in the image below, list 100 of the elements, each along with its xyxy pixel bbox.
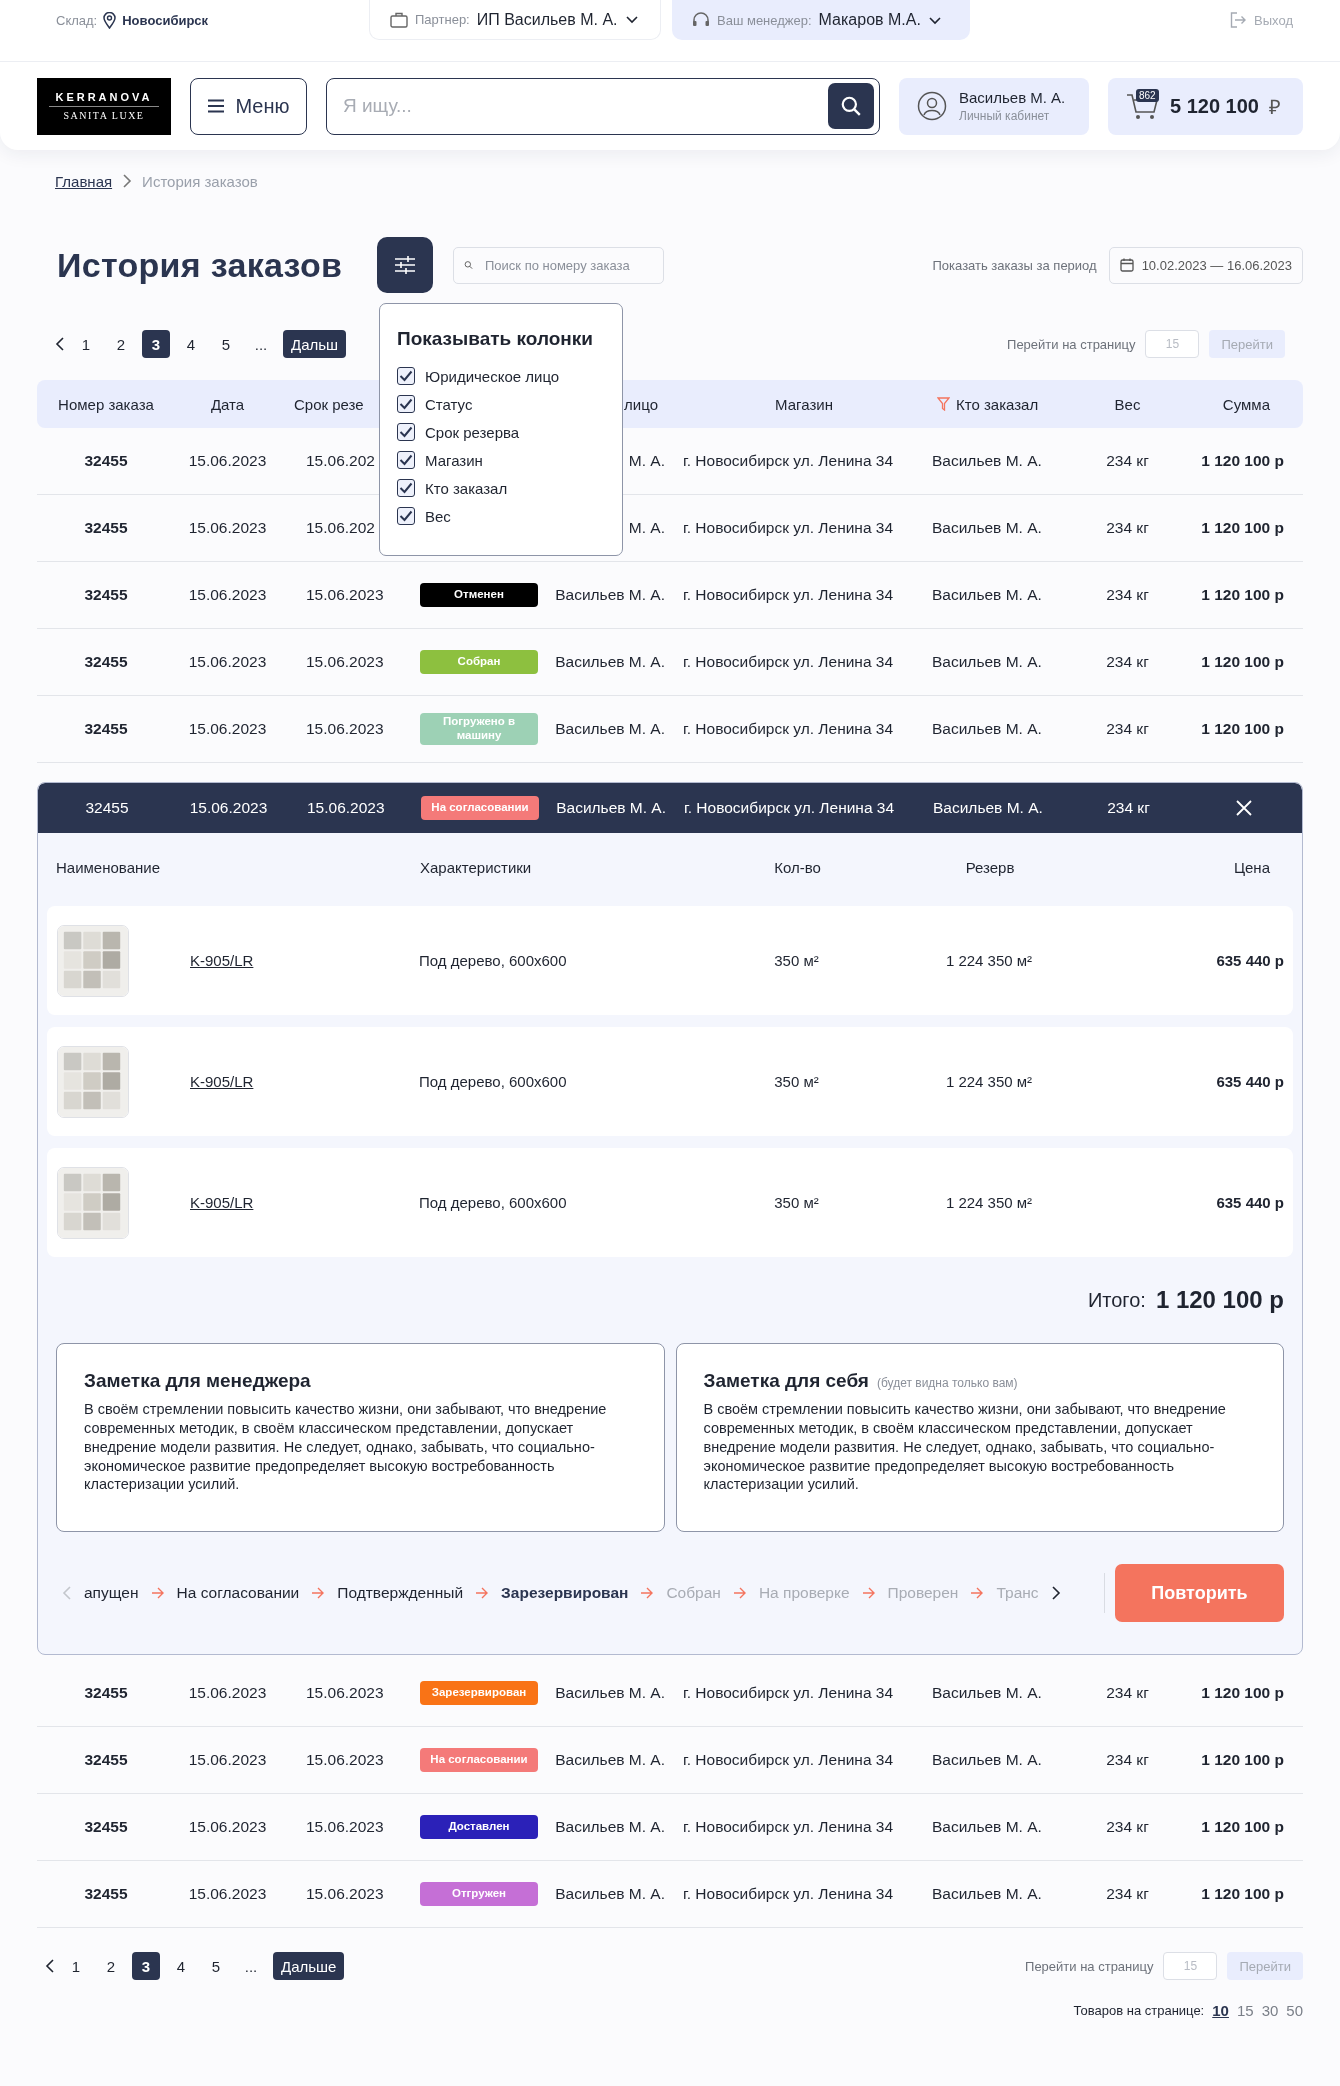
legal-entity: Васильев М. А. <box>555 1885 665 1903</box>
ordered-by: Васильев М. А. <box>931 452 1043 470</box>
per-page-label: Товаров на странице: <box>1073 2003 1205 2018</box>
page-number-field[interactable]: 15 <box>1145 330 1200 358</box>
page-button[interactable]: 2 <box>107 330 135 358</box>
order-search-field[interactable]: Поиск по номеру заказа <box>453 246 664 284</box>
column-header[interactable]: Дата <box>175 395 280 413</box>
option-label: Вес <box>425 507 451 525</box>
note-hint: (будет видна только вам) <box>876 1376 1018 1390</box>
page-button[interactable]: 1 <box>62 1952 90 1980</box>
legal-entity: Васильев М. А. <box>555 1818 665 1836</box>
product-link[interactable]: K-905/LR <box>190 952 254 969</box>
partner-dropdown[interactable]: Партнер: ИП Васильев М. А. <box>369 0 661 40</box>
status-badge: На согласовании <box>421 796 539 820</box>
warehouse-city[interactable]: Новосибирск <box>122 12 209 28</box>
menu-button[interactable]: Меню <box>190 77 307 135</box>
order-weight: 234 кг <box>1105 586 1150 604</box>
close-icon[interactable] <box>1234 798 1254 818</box>
menu-icon <box>207 99 226 113</box>
checkbox[interactable] <box>397 367 415 385</box>
column-header[interactable]: Кто заказал <box>956 395 1039 413</box>
period-label: Показать заказы за период <box>932 257 1097 273</box>
search-input[interactable]: Я ищу... <box>341 94 828 118</box>
ordered-by: Васильев М. А. <box>931 1818 1043 1836</box>
checkbox[interactable] <box>397 423 415 441</box>
page-button[interactable]: 4 <box>177 330 205 358</box>
page-button[interactable]: 3 <box>142 330 170 358</box>
page-button[interactable]: ... <box>247 330 275 358</box>
order-sum: 1 120 100 р <box>1200 452 1285 470</box>
status-step: Собран <box>666 1584 721 1602</box>
legal-entity: Васильев М. А. <box>555 586 665 604</box>
order-search-input[interactable]: Поиск по номеру заказа <box>483 256 653 274</box>
page-button[interactable]: ... <box>237 1952 265 1980</box>
chevron-right-icon[interactable] <box>1050 1585 1061 1601</box>
arrow-right-icon <box>861 1587 876 1599</box>
page-button[interactable]: 3 <box>132 1952 160 1980</box>
previous-page-icon[interactable] <box>55 336 65 352</box>
column-header[interactable]: Номер заказа <box>37 395 175 413</box>
order-date: 15.06.2023 <box>187 519 268 537</box>
order-number: 32455 <box>83 653 129 671</box>
note-title: Заметка для себя <box>703 1370 869 1392</box>
next-page-button[interactable]: Дальше <box>273 1952 345 1980</box>
sliders-icon <box>394 255 416 275</box>
product-quantity: 350 м² <box>773 1073 820 1090</box>
per-page-option[interactable]: 30 <box>1261 2002 1279 2019</box>
previous-page-icon[interactable] <box>45 1958 55 1974</box>
manager-dropdown[interactable]: Ваш менеджер: Макаров М.А. <box>672 0 970 40</box>
page-button[interactable]: 5 <box>202 1952 230 1980</box>
checkbox[interactable] <box>397 395 415 413</box>
expanded-order-row[interactable]: 32455 15.06.2023 15.06.2023 На согласовании Васильев М. А. г. Новосибирск ул. Ленина 34 Васильев М. А. 234 кг <box>38 783 1302 833</box>
order-sum: 1 120 100 р <box>1200 1818 1285 1836</box>
reserve-date: 15.06.2023 <box>306 1818 384 1836</box>
column-header[interactable]: Сумма <box>1170 395 1303 413</box>
status-badge: На согласовании <box>420 1748 538 1772</box>
currency-sign: ₽ <box>1269 94 1281 120</box>
cart-button[interactable]: 862 5 120 100 ₽ <box>1108 77 1303 135</box>
column-header[interactable]: Срок резе <box>294 395 364 413</box>
order-sum: 1 120 100 р <box>1200 1684 1285 1702</box>
per-page-option[interactable]: 50 <box>1286 2002 1303 2019</box>
product-link[interactable]: K-905/LR <box>190 1194 254 1211</box>
page-button[interactable]: 2 <box>97 1952 125 1980</box>
status-badge: Погружено в машину <box>420 713 538 745</box>
status-badge: Собран <box>420 650 538 674</box>
option-label: Кто заказал <box>425 479 508 497</box>
product-quantity: 350 м² <box>773 1194 820 1211</box>
reserve-date: 15.06.2023 <box>306 653 384 671</box>
product-link[interactable]: K-905/LR <box>190 1073 254 1090</box>
per-page-option[interactable]: 10 <box>1212 2002 1229 2019</box>
brand-logo[interactable]: KERRANOVA SANITA LUXE <box>37 77 171 135</box>
checkbox[interactable] <box>397 451 415 469</box>
date-range-field[interactable]: 10.02.2023 — 16.06.2023 <box>1108 246 1303 284</box>
column-header: Наименование <box>55 858 161 876</box>
page-button[interactable]: 4 <box>167 1952 195 1980</box>
page-number-field[interactable]: 15 <box>1163 1952 1218 1980</box>
column-header[interactable]: Магазин <box>670 395 925 413</box>
next-page-button[interactable]: Дальш <box>283 330 347 358</box>
order-weight: 234 кг <box>1105 452 1150 470</box>
breadcrumb-link[interactable]: Главная <box>55 172 113 190</box>
store-address: г. Новосибирск ул. Ленина 34 <box>682 519 895 537</box>
order-weight: 234 кг <box>1106 799 1151 817</box>
page-button[interactable]: 5 <box>212 330 240 358</box>
logout-icon <box>1230 12 1248 28</box>
per-page-option[interactable]: 15 <box>1236 2002 1254 2019</box>
column-header[interactable]: лицо <box>624 395 658 413</box>
breadcrumb-separator-icon[interactable] <box>122 173 133 189</box>
account-button[interactable]: Васильев М. А. Личный кабинет <box>899 77 1089 135</box>
column-settings-button[interactable] <box>377 237 433 293</box>
product-quantity: 350 м² <box>773 952 820 969</box>
reserve-date: 15.06.2023 <box>306 1684 384 1702</box>
arrow-right-icon <box>150 1587 165 1599</box>
search-button[interactable] <box>828 83 874 129</box>
checkbox[interactable] <box>397 479 415 497</box>
store-address: г. Новосибирск ул. Ленина 34 <box>682 452 895 470</box>
search-field[interactable]: Я ищу... <box>326 77 880 135</box>
checkbox[interactable] <box>397 507 415 525</box>
chevron-down-icon <box>624 15 639 24</box>
order-sum: 1 120 100 р <box>1200 1885 1285 1903</box>
page-button[interactable]: 1 <box>72 330 100 358</box>
column-header[interactable]: Вес <box>1085 395 1170 413</box>
reserve-date: 15.06.202 <box>306 452 375 470</box>
